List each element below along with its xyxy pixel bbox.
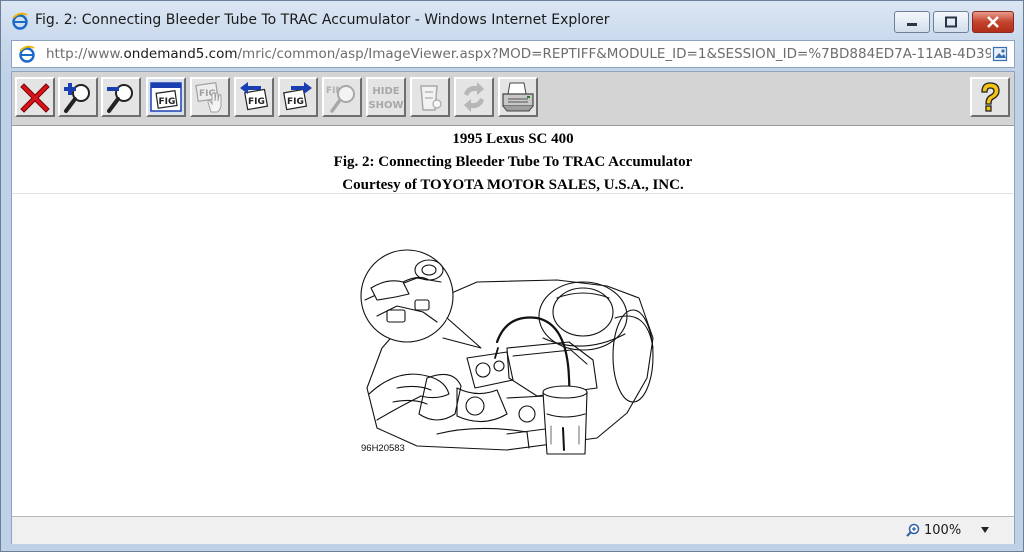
close-figure-button[interactable] bbox=[15, 77, 55, 117]
fig-forward-arrow-icon: FIG bbox=[283, 82, 312, 111]
fig-window-icon: FIG bbox=[150, 82, 182, 112]
find-magnifier-icon: FIND bbox=[326, 85, 355, 113]
help-button[interactable] bbox=[970, 77, 1010, 117]
address-bar[interactable]: http://www.ondemand5.com/mric/common/asp… bbox=[11, 40, 1015, 68]
close-window-button[interactable] bbox=[972, 11, 1014, 33]
figure-code: 96H20583 bbox=[361, 443, 405, 454]
fig-back-arrow-icon: FIG bbox=[240, 82, 269, 111]
erase-button bbox=[410, 77, 450, 117]
bleeder-tube-illustration bbox=[360, 249, 654, 455]
print-button[interactable] bbox=[498, 77, 538, 117]
courtesy-line: Courtesy of TOYOTA MOTOR SALES, U.S.A., … bbox=[342, 177, 684, 193]
page-content: FIG FIG FIG FIG HIDE SHOW 1995 Lexus SC … bbox=[11, 71, 1015, 544]
minimize-icon bbox=[907, 23, 917, 26]
zoom-dropdown-button[interactable] bbox=[976, 521, 994, 539]
url-host: ondemand5.com bbox=[123, 46, 238, 62]
url-prefix: http://www. bbox=[46, 46, 124, 62]
magnifier-plus-icon bbox=[64, 83, 90, 113]
fig-hand-icon: FIG bbox=[195, 82, 222, 113]
red-x-icon bbox=[20, 83, 50, 113]
ie-page-icon bbox=[19, 45, 35, 63]
hide-show-button: HIDE SHOW bbox=[366, 77, 406, 117]
rotate-arrows-icon bbox=[464, 82, 484, 112]
maximize-button[interactable] bbox=[933, 11, 969, 33]
figure-title: Fig. 2: Connecting Bleeder Tube To TRAC … bbox=[333, 154, 693, 170]
fit-figure-label: FIG bbox=[159, 97, 176, 107]
hide-label: HIDE bbox=[372, 86, 399, 97]
window-title: Fig. 2: Connecting Bleeder Tube To TRAC … bbox=[35, 12, 610, 28]
previous-figure-label: FIG bbox=[248, 97, 265, 107]
pan-figure-button: FIG bbox=[190, 77, 230, 117]
figure-caption: 1995 Lexus SC 400 Fig. 2: Connecting Ble… bbox=[12, 128, 1014, 194]
printer-icon bbox=[502, 82, 534, 112]
show-label: SHOW bbox=[368, 100, 403, 111]
maximize-icon bbox=[945, 16, 957, 28]
magnifier-minus-icon bbox=[107, 84, 133, 113]
close-icon bbox=[987, 16, 999, 28]
minimize-button[interactable] bbox=[894, 11, 930, 33]
hide-show-icon: HIDE SHOW bbox=[368, 86, 403, 111]
chevron-down-icon bbox=[981, 527, 989, 533]
zoom-level[interactable]: 100% bbox=[924, 523, 961, 538]
title-bar[interactable]: Fig. 2: Connecting Bleeder Tube To TRAC … bbox=[1, 1, 1023, 37]
zoom-out-button[interactable] bbox=[101, 77, 141, 117]
next-figure-button[interactable]: FIG bbox=[278, 77, 318, 117]
fit-figure-button[interactable]: FIG bbox=[146, 77, 186, 117]
url-text[interactable]: http://www.ondemand5.com/mric/common/asp… bbox=[46, 46, 991, 62]
image-viewer-toolbar: FIG FIG FIG FIG HIDE SHOW bbox=[12, 72, 1014, 126]
previous-figure-button[interactable]: FIG bbox=[234, 77, 274, 117]
browser-window: Fig. 2: Connecting Bleeder Tube To TRAC … bbox=[0, 0, 1024, 552]
ie-logo-icon bbox=[12, 12, 28, 30]
find-button: FIND bbox=[322, 77, 362, 117]
zoom-in-button[interactable] bbox=[58, 77, 98, 117]
status-bar: 100% bbox=[12, 516, 1014, 544]
eraser-icon bbox=[420, 85, 442, 111]
next-figure-label: FIG bbox=[287, 97, 304, 107]
page-picture-icon[interactable] bbox=[992, 46, 1008, 62]
url-path: /mric/common/asp/ImageViewer.aspx?MOD=RE… bbox=[237, 46, 992, 62]
help-question-icon bbox=[981, 82, 1000, 112]
vehicle-title: 1995 Lexus SC 400 bbox=[452, 131, 574, 147]
rotate-button bbox=[454, 77, 494, 117]
zoom-magnifier-icon[interactable] bbox=[906, 523, 920, 537]
